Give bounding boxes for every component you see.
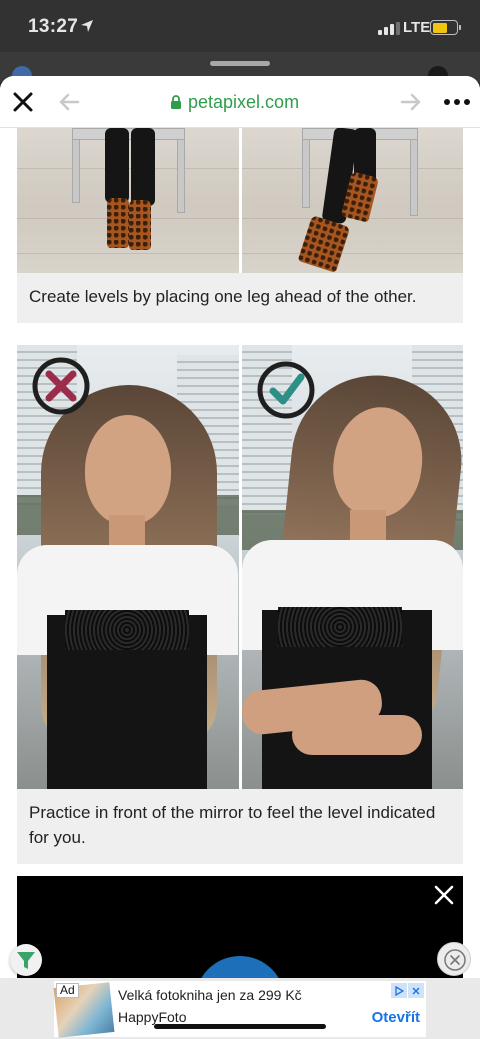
photo-pair — [17, 345, 463, 789]
close-video-icon[interactable] — [433, 884, 455, 906]
portrait-photo-wrong — [17, 345, 239, 789]
home-indicator[interactable] — [154, 1024, 326, 1029]
ad-headline[interactable]: Velká fotokniha jen za 299 Kč — [118, 987, 302, 1003]
ad-choices-icon[interactable] — [391, 983, 407, 998]
article-card: Create levels by placing one leg ahead o… — [17, 128, 463, 323]
ad-brand[interactable]: HappyFoto — [118, 1009, 186, 1025]
lock-icon — [171, 94, 181, 109]
sheet-grabber[interactable] — [210, 61, 270, 66]
location-arrow-icon — [81, 20, 93, 32]
back-arrow-icon[interactable] — [58, 92, 80, 112]
ad-choices[interactable] — [391, 983, 424, 998]
article-card: Practice in front of the mirror to feel … — [17, 345, 463, 864]
ad-open-button[interactable]: Otevřít — [372, 1009, 420, 1026]
article-content: Create levels by placing one leg ahead o… — [0, 128, 480, 1039]
ad-close-icon[interactable] — [408, 983, 424, 998]
status-time: 13:27 — [28, 16, 79, 37]
legs-photo-left — [17, 128, 239, 273]
photo-caption: Create levels by placing one leg ahead o… — [29, 287, 417, 306]
forward-arrow-icon[interactable] — [400, 92, 422, 112]
close-icon[interactable] — [11, 90, 35, 114]
browser-toolbar: petapixel.com — [0, 76, 480, 128]
filter-funnel-icon[interactable] — [10, 944, 42, 976]
check-badge-icon — [257, 361, 314, 419]
portrait-photo-right — [241, 345, 463, 789]
signal-bars-icon — [378, 22, 400, 35]
status-bar: 13:27 LTE — [0, 0, 480, 52]
ad-label: Ad — [56, 983, 79, 998]
more-dots-icon[interactable] — [444, 99, 470, 105]
cross-badge-icon — [32, 357, 90, 415]
ad-banner: Ad Velká fotokniha jen za 299 Kč HappyFo… — [0, 978, 480, 1039]
url-bar[interactable]: petapixel.com — [170, 90, 299, 114]
in-app-browser: petapixel.com Create levels by placing o… — [0, 76, 480, 1039]
url-text: petapixel.com — [188, 91, 300, 112]
legs-photo-right — [241, 128, 463, 273]
photo-pair — [17, 128, 463, 273]
battery-charging-icon — [430, 20, 461, 35]
network-type: LTE — [403, 19, 431, 36]
photo-caption: Practice in front of the mirror to feel … — [29, 803, 436, 847]
dismiss-ad-icon[interactable] — [437, 942, 471, 976]
